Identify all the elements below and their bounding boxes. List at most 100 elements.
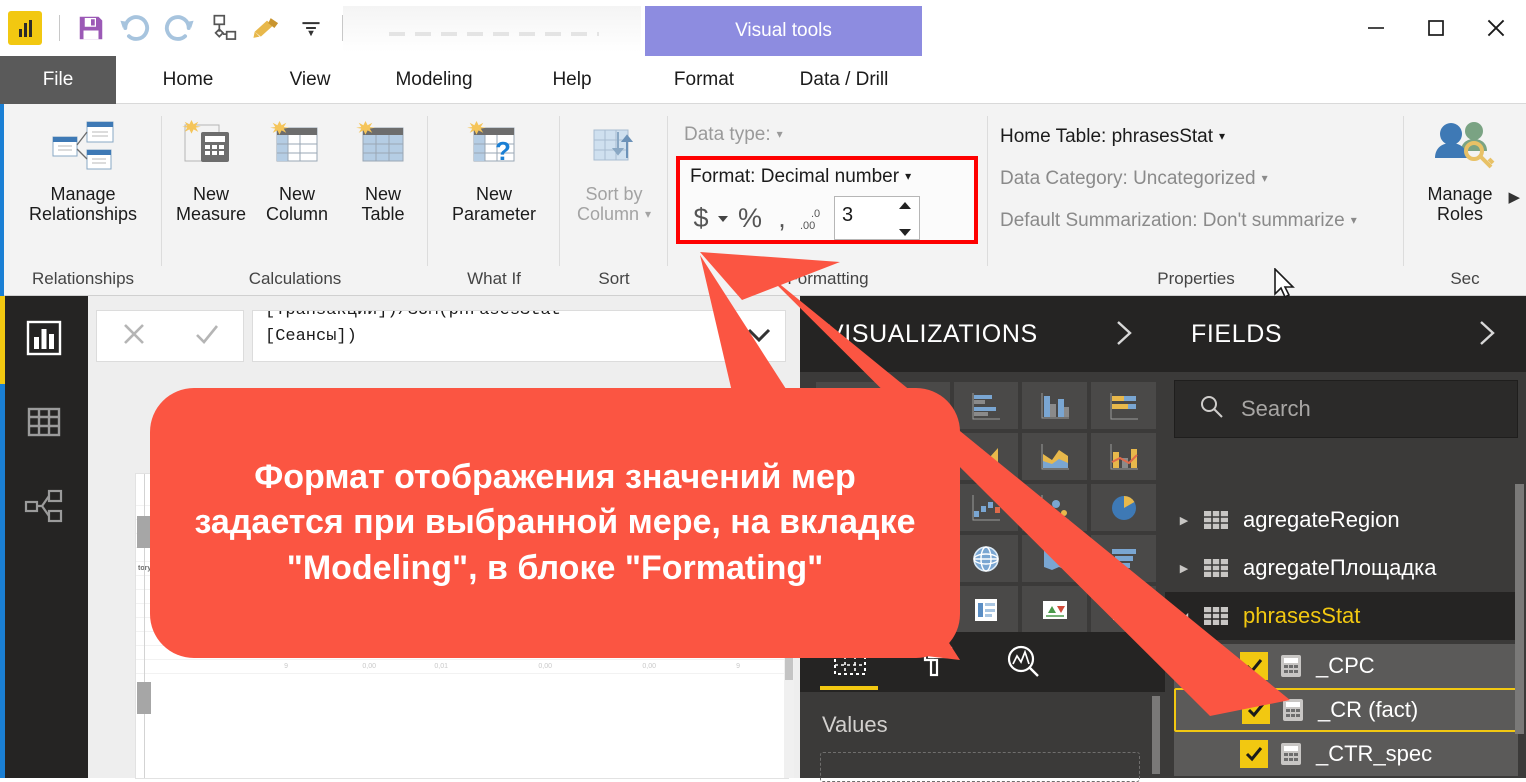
grid-handle-bottom[interactable] xyxy=(137,682,151,714)
visualizations-scrollbar[interactable] xyxy=(1152,696,1160,774)
new-table-button[interactable]: New Table xyxy=(340,114,426,224)
field-measure-cr-fact[interactable]: _CR (fact) xyxy=(1174,688,1518,732)
table-cell: 0,00 xyxy=(642,663,656,670)
chevron-right-icon[interactable]: ▶ xyxy=(1165,514,1203,527)
field-measure-label: _CPC xyxy=(1316,653,1375,678)
sort-by-column-button[interactable]: Sort by Column ▾ xyxy=(560,114,668,224)
data-view-icon[interactable] xyxy=(0,380,88,464)
clustered-bar-chart-icon[interactable] xyxy=(953,382,1019,429)
report-view-icon[interactable] xyxy=(0,296,88,380)
new-parameter-button[interactable]: ? New Parameter xyxy=(436,114,552,224)
ribbon-expand-arrow[interactable]: ▶ xyxy=(1508,188,1520,206)
field-measure-label: _CTR_spec xyxy=(1316,741,1433,766)
chevron-down-icon[interactable]: ◢ xyxy=(1165,610,1203,623)
multi-row-card-icon[interactable] xyxy=(953,586,1019,633)
tab-data-drill[interactable]: Data / Drill xyxy=(770,56,918,104)
formula-bar: [Транзакции])/SUM(phrasesStat [Сеансы]) xyxy=(96,310,786,362)
new-measure-button[interactable]: New Measure xyxy=(168,114,254,224)
tab-home[interactable]: Home xyxy=(130,56,246,104)
checkbox-checked-icon[interactable] xyxy=(1240,652,1268,680)
ribbon-group-formatting: Data type: ▾ Format: Decimal number ▾ $ % … xyxy=(668,104,988,296)
currency-format-button[interactable]: $ xyxy=(688,203,714,234)
home-table-dropdown[interactable]: Home Table: phrasesStat ▾ xyxy=(1000,126,1225,148)
tab-file[interactable]: File xyxy=(0,56,116,104)
redo-icon[interactable] xyxy=(157,8,201,48)
window-controls xyxy=(1346,0,1526,56)
chevron-right-icon[interactable] xyxy=(1474,318,1500,353)
checkbox-checked-icon[interactable] xyxy=(1240,740,1268,768)
tab-view-label: View xyxy=(289,69,331,90)
ribbon-tab-strip: File Home View Modeling Help Format Data… xyxy=(0,56,1526,160)
field-table-agregateregion[interactable]: ▶ agregateRegion xyxy=(1165,496,1518,544)
stacked-area-chart-icon[interactable] xyxy=(1022,433,1088,480)
waterfall-chart-icon[interactable] xyxy=(953,484,1019,531)
relationship-icon[interactable] xyxy=(201,8,245,48)
contextual-tab-group-visual-tools: Visual tools xyxy=(645,6,922,56)
clustered-column-chart-icon[interactable] xyxy=(1022,382,1088,429)
formula-accept-icon[interactable] xyxy=(192,319,222,354)
customize-qat-icon[interactable] xyxy=(289,8,333,48)
format-painter-icon[interactable] xyxy=(245,8,289,48)
tab-modeling[interactable]: Modeling xyxy=(375,56,493,104)
chevron-right-icon[interactable]: ▶ xyxy=(1165,562,1203,575)
field-table-agregateploshchadka[interactable]: ▶ agregateПлощадка xyxy=(1165,544,1518,592)
field-measure-cpc[interactable]: _CPC xyxy=(1174,644,1518,688)
search-input[interactable]: Search xyxy=(1174,380,1518,438)
close-button[interactable] xyxy=(1466,4,1526,52)
chevron-right-icon[interactable] xyxy=(1111,318,1137,353)
save-icon[interactable] xyxy=(69,8,113,48)
percent-format-button[interactable]: % xyxy=(732,203,768,234)
table-icon xyxy=(1203,510,1229,530)
manage-roles-button[interactable]: Manage Roles xyxy=(1404,114,1516,224)
currency-dropdown-icon[interactable] xyxy=(714,214,732,223)
filled-map-icon[interactable] xyxy=(1022,535,1088,582)
maximize-button[interactable] xyxy=(1406,4,1466,52)
annotation-callout-text: Формат отображения значений мер задается… xyxy=(194,458,916,587)
decimal-places-stepper[interactable]: 3 xyxy=(834,196,920,240)
tab-view[interactable]: View xyxy=(258,56,362,104)
title-bar: Visual tools xyxy=(0,0,1526,56)
kpi-icon[interactable] xyxy=(1022,586,1088,633)
formula-expand-icon[interactable] xyxy=(745,325,773,350)
checkbox-checked-icon[interactable] xyxy=(1242,696,1270,724)
default-summarization-dropdown[interactable]: Default Summarization: Don't summarize ▾ xyxy=(1000,210,1357,232)
area-chart-icon[interactable] xyxy=(953,433,1019,480)
table-row[interactable]: 90,000,010,000,0099NaN xyxy=(136,660,788,674)
formula-cancel-icon[interactable] xyxy=(119,319,149,354)
model-view-icon[interactable] xyxy=(0,464,88,548)
fields-scrollbar[interactable] xyxy=(1515,484,1524,734)
data-category-dropdown[interactable]: Data Category: Uncategorized ▾ xyxy=(1000,168,1268,190)
slicer-icon[interactable] xyxy=(1091,586,1156,633)
tab-file-label: File xyxy=(42,69,74,90)
new-column-button[interactable]: New Column xyxy=(254,114,340,224)
grid-handle-top[interactable] xyxy=(137,516,151,548)
decimal-places-icon[interactable]: .0 .00 xyxy=(796,204,834,232)
data-type-dropdown[interactable]: Data type: ▾ xyxy=(684,124,783,146)
tab-format[interactable]: Format xyxy=(648,56,760,104)
contextual-tab-group-label: Visual tools xyxy=(735,20,832,41)
field-measure-ctr-spec[interactable]: _CTR_spec xyxy=(1174,732,1518,776)
line-and-stacked-column-icon[interactable] xyxy=(1091,433,1156,480)
manage-relationships-button[interactable]: Manage Relationships xyxy=(27,114,139,224)
scatter-chart-icon[interactable] xyxy=(1022,484,1088,531)
decimal-places-arrows[interactable] xyxy=(898,201,912,237)
tab-help[interactable]: Help xyxy=(520,56,624,104)
map-icon[interactable] xyxy=(953,535,1019,582)
field-table-phrasesstat[interactable]: ◢ phrasesStat xyxy=(1165,592,1518,640)
format-dropdown[interactable]: Format: Decimal number ▾ xyxy=(690,166,911,188)
formula-input[interactable]: [Транзакции])/SUM(phrasesStat [Сеансы]) xyxy=(252,310,786,362)
minimize-button[interactable] xyxy=(1346,4,1406,52)
pie-chart-icon[interactable] xyxy=(1091,484,1156,531)
hundred-percent-stacked-bar-icon[interactable] xyxy=(1091,382,1156,429)
manage-roles-icon xyxy=(1425,114,1495,180)
undo-icon[interactable] xyxy=(113,8,157,48)
formula-line-2: [Сеансы]) xyxy=(265,327,357,346)
decimal-places-value: 3 xyxy=(842,204,854,226)
thousands-separator-button[interactable]: , xyxy=(768,203,796,234)
measure-icon xyxy=(1280,654,1302,678)
document-title-field[interactable] xyxy=(343,6,641,52)
table-cell: 0,00 xyxy=(538,663,552,670)
analytics-pane-tab-icon[interactable] xyxy=(986,640,1062,684)
rail-active-accent xyxy=(0,296,5,384)
funnel-icon[interactable] xyxy=(1091,535,1156,582)
